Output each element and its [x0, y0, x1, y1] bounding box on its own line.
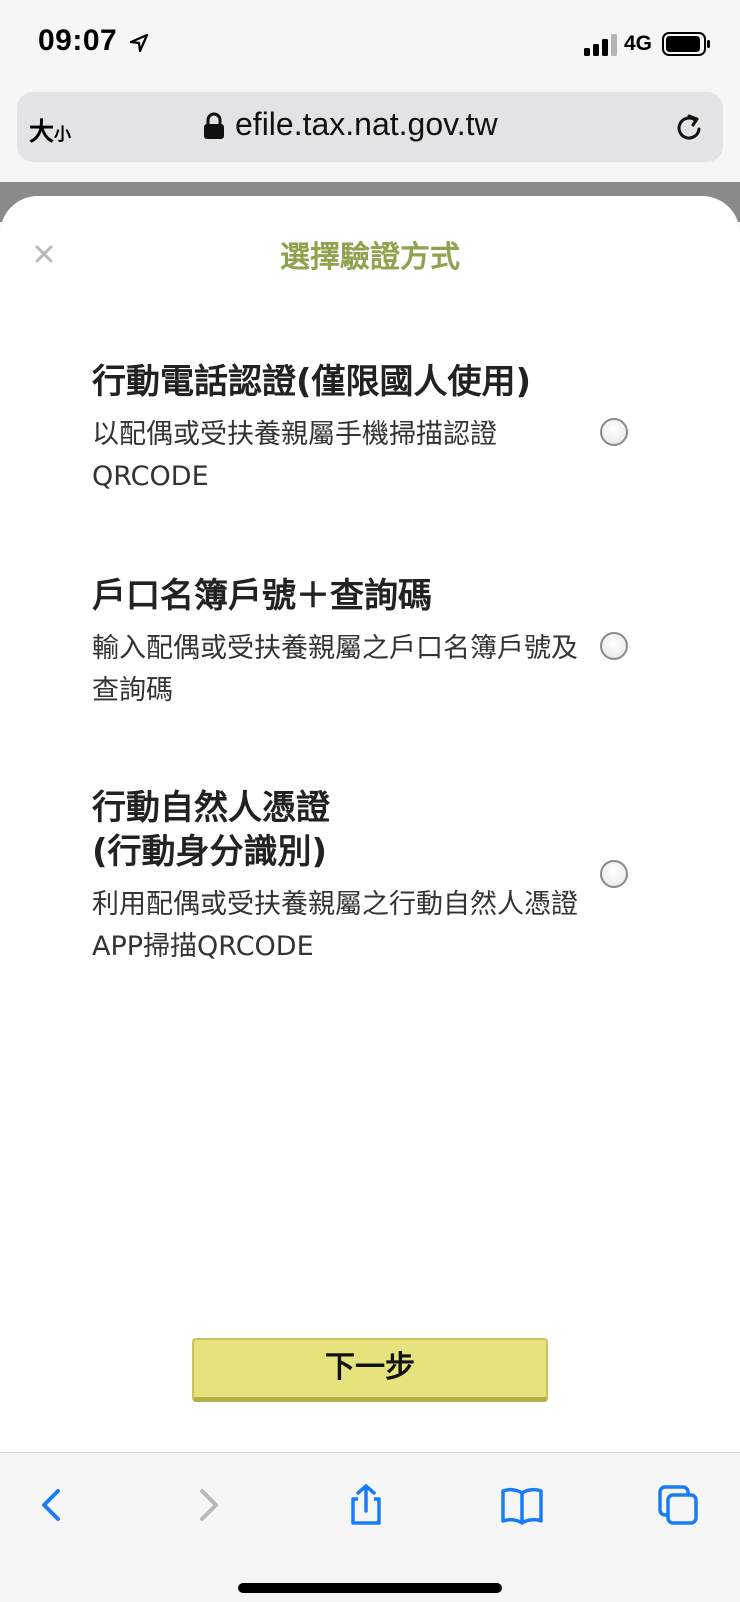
bookmarks-icon[interactable] [500, 1483, 544, 1527]
option-title-line-1: 行動自然人憑證 [92, 788, 330, 828]
reload-icon[interactable] [673, 112, 705, 144]
url-text[interactable]: efile.tax.nat.gov.tw [235, 106, 498, 143]
radio-mobile-natural-person-certificate[interactable] [600, 860, 628, 888]
option-description: 以配偶或受扶養親屬手機掃描認證QRCODE [92, 419, 497, 492]
option-title: 行動電話認證(僅限國人使用) [92, 362, 532, 402]
dialog-title: 選擇驗證方式 [280, 240, 460, 275]
option-description: 利用配偶或受扶養親屬之行動自然人憑證APP掃描QRCODE [92, 889, 578, 962]
lock-icon [204, 112, 224, 139]
location-arrow-icon [129, 33, 149, 53]
option-mobile-natural-person-certificate[interactable]: 行動自然人憑證 (行動身分識別) 利用配偶或受扶養親屬之行動自然人憑證APP掃描… [92, 786, 692, 968]
text-size-button[interactable]: 大小 [29, 112, 71, 148]
text-size-large-label: 大 [29, 118, 55, 146]
network-type: 4G [624, 32, 653, 55]
text-size-small-label: 小 [54, 125, 72, 144]
option-title: 戶口名簿戶號＋查詢碼 [92, 576, 432, 616]
back-icon[interactable] [30, 1483, 74, 1527]
status-bar: 09:07 4G [0, 0, 740, 90]
status-time: 09:07 [38, 24, 118, 57]
option-description: 輸入配偶或受扶養親屬之戶口名簿戶號及查詢碼 [92, 633, 578, 706]
forward-icon[interactable] [186, 1483, 230, 1527]
tabs-icon[interactable] [656, 1483, 700, 1527]
address-bar[interactable]: 大小 efile.tax.nat.gov.tw [17, 92, 723, 162]
share-icon[interactable] [344, 1483, 388, 1527]
option-household-registration[interactable]: 戶口名簿戶號＋查詢碼 輸入配偶或受扶養親屬之戶口名簿戶號及查詢碼 [92, 574, 692, 712]
signal-bars-icon [584, 34, 617, 56]
option-title-line-2: (行動身分識別) [92, 832, 328, 872]
home-indicator [238, 1583, 502, 1593]
radio-household-registration[interactable] [600, 632, 628, 660]
next-step-button[interactable]: 下一步 [192, 1338, 548, 1402]
battery-icon [662, 32, 710, 56]
radio-mobile-phone[interactable] [600, 418, 628, 446]
browser-toolbar [0, 1452, 740, 1602]
option-mobile-phone[interactable]: 行動電話認證(僅限國人使用) 以配偶或受扶養親屬手機掃描認證QRCODE [92, 360, 692, 498]
verification-method-dialog: 選擇驗證方式 行動電話認證(僅限國人使用) 以配偶或受扶養親屬手機掃描認證QRC… [0, 196, 740, 1452]
